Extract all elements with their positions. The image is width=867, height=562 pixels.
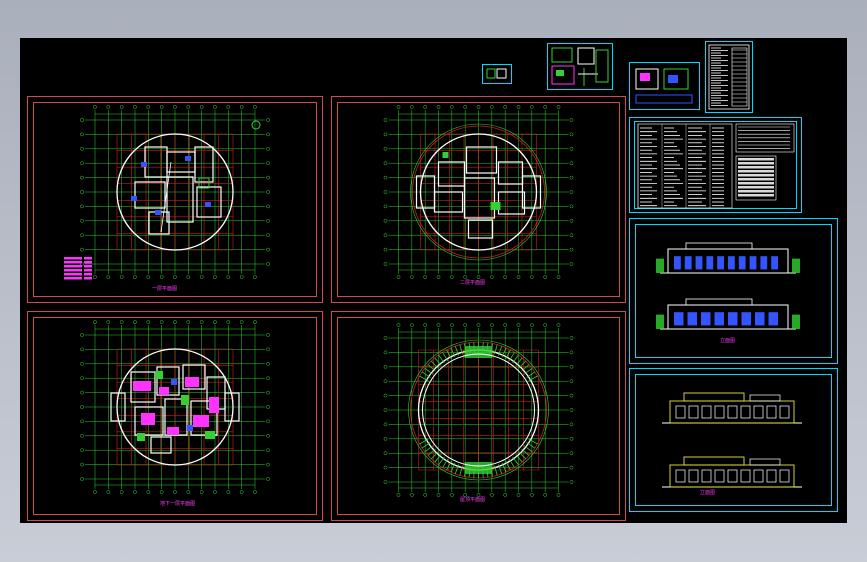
thumb-sheet-4[interactable] [705, 41, 753, 113]
sheet-title: 地下一层平面图 [160, 501, 196, 507]
thumb-sheet-3[interactable] [629, 62, 700, 110]
roof-plan-drawing-icon [383, 323, 574, 497]
thumb-table-icon [708, 44, 750, 110]
sheet-title: 立面图 [720, 338, 736, 344]
floor-plan-drawing-icon [64, 105, 270, 280]
thumb-drawing-icon [486, 68, 507, 79]
thumb-sheet-2[interactable] [547, 43, 613, 90]
floor-plan-drawing-icon [383, 105, 574, 279]
floor-plan-sheet-2[interactable]: 二层平面图 [331, 96, 626, 303]
design-notes-sheet[interactable] [629, 117, 802, 213]
elevation-sheet-2[interactable]: 立面图 [629, 368, 838, 512]
sheet-title: 一层平面图 [152, 286, 178, 292]
cad-viewer-frame: 立面图 立面图 一层平面图 二层平面图 地下一层平面图 屋顶平面图 [0, 0, 867, 562]
thumb-drawing-icon [635, 68, 693, 104]
floor-plan-sheet-3[interactable]: 地下一层平面图 [27, 311, 323, 521]
elevation-drawing-icon [662, 392, 802, 488]
floor-plan-drawing-icon [80, 320, 270, 494]
design-notes-table-icon [637, 123, 795, 209]
model-space-canvas[interactable]: 立面图 立面图 一层平面图 二层平面图 地下一层平面图 屋顶平面图 [20, 38, 847, 523]
thumb-sheet-1[interactable] [482, 64, 512, 84]
elevation-sheet-1[interactable]: 立面图 [629, 218, 838, 364]
sheet-title: 立面图 [700, 490, 716, 496]
roof-plan-sheet[interactable]: 屋顶平面图 [331, 311, 626, 521]
floor-plan-sheet-1[interactable]: 一层平面图 [27, 96, 323, 303]
sheet-title: 二层平面图 [460, 280, 486, 286]
sheet-title: 屋顶平面图 [460, 497, 486, 503]
thumb-drawing-icon [551, 47, 609, 86]
